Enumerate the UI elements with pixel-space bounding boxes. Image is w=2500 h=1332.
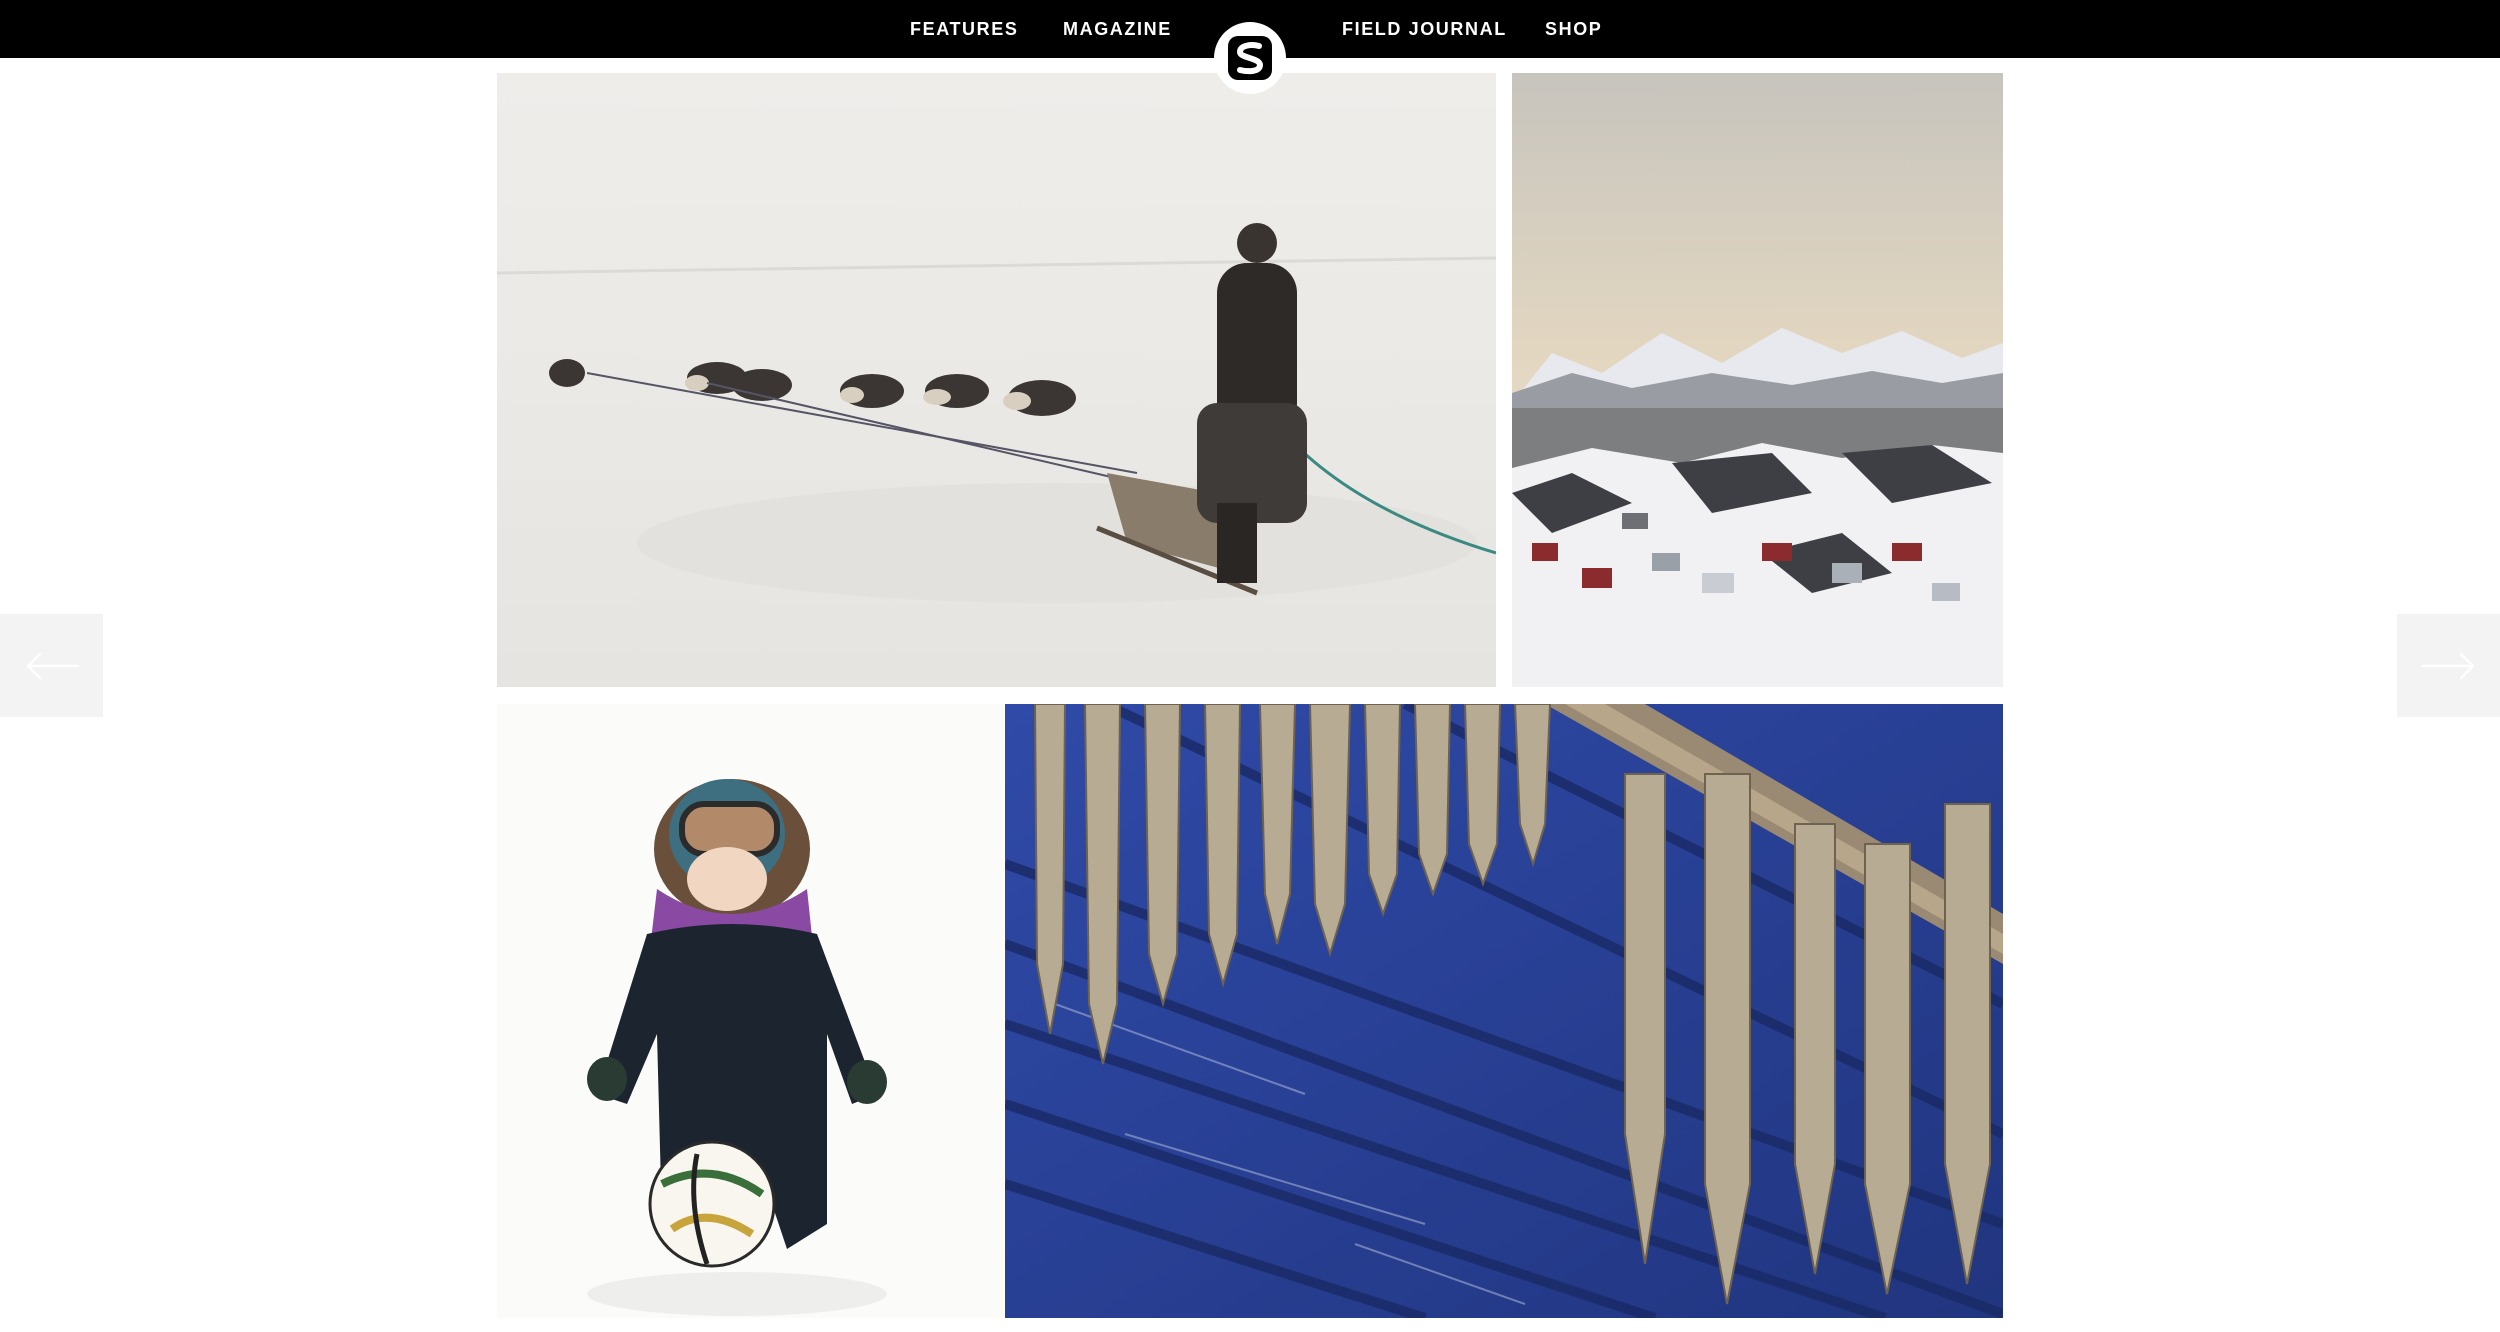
- site-logo[interactable]: [1214, 22, 1286, 94]
- drying-fish-photo[interactable]: [1005, 704, 2003, 1318]
- child-football-photo[interactable]: [497, 704, 1004, 1318]
- nav-link-magazine[interactable]: MAGAZINE: [1063, 0, 1172, 58]
- nav-link-field-journal[interactable]: FIELD JOURNAL: [1342, 0, 1507, 58]
- next-slide-button[interactable]: [2397, 614, 2500, 717]
- logo-s-icon: [1228, 36, 1272, 80]
- snowy-town-photo[interactable]: [1512, 73, 2003, 687]
- nav-link-features[interactable]: FEATURES: [910, 0, 1018, 58]
- dog-sled-photo[interactable]: [497, 73, 1496, 687]
- nav-link-shop[interactable]: SHOP: [1545, 0, 1602, 58]
- previous-slide-button[interactable]: [0, 614, 103, 717]
- arrow-left-icon: [26, 652, 79, 679]
- arrow-right-icon: [2421, 652, 2474, 679]
